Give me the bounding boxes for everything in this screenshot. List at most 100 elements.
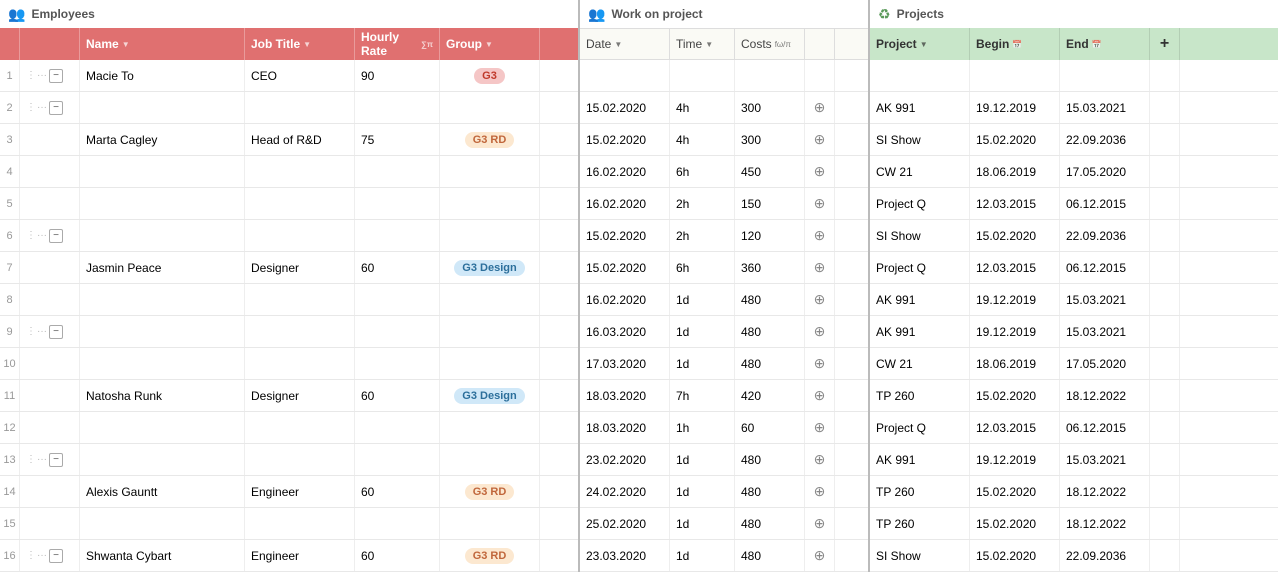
col-hourlyrate-header[interactable]: Hourly Rate ∑π: [355, 28, 440, 60]
project-row: AK 99119.12.201915.03.2021: [870, 316, 1278, 348]
expand-button[interactable]: −: [49, 549, 63, 563]
work-expand-icon[interactable]: ⊕: [805, 476, 835, 507]
col-project-header[interactable]: Project ▼: [870, 28, 970, 60]
employee-hourly: [355, 284, 440, 315]
work-costs: 150: [735, 188, 805, 219]
row-number: 11: [0, 380, 20, 411]
row-number: 3: [0, 124, 20, 155]
row-dots2: ···: [37, 326, 47, 337]
employee-group: G3: [440, 60, 540, 91]
project-row: TP 26015.02.202018.12.2022: [870, 380, 1278, 412]
work-expand-icon[interactable]: ⊕: [805, 316, 835, 347]
employee-job: [245, 444, 355, 475]
add-col-icon[interactable]: +: [1160, 35, 1169, 53]
row-dots: ⋮: [26, 70, 35, 81]
group-tag: G3 RD: [465, 548, 515, 564]
end-sort-icon: 📅: [1092, 40, 1102, 49]
table-row: 3Marta CagleyHead of R&D75G3 RD: [0, 124, 578, 156]
projects-body: AK 99119.12.201915.03.2021SI Show15.02.2…: [870, 60, 1278, 572]
project-end: 15.03.2021: [1060, 316, 1150, 347]
work-time: 4h: [670, 92, 735, 123]
work-expand-icon[interactable]: ⊕: [805, 188, 835, 219]
col-time-header[interactable]: Time ▼: [670, 29, 735, 59]
expand-button[interactable]: −: [49, 229, 63, 243]
row-controls: ⋮···−: [20, 316, 80, 347]
work-row: 17.03.20201d480⊕: [580, 348, 868, 380]
employees-section-label: Employees: [31, 7, 94, 21]
work-time: 1d: [670, 508, 735, 539]
employee-name: [80, 92, 245, 123]
employee-name: [80, 188, 245, 219]
project-row: Project Q12.03.201506.12.2015: [870, 252, 1278, 284]
col-jobtitle-header[interactable]: Job Title ▼: [245, 28, 355, 60]
work-expand-icon[interactable]: ⊕: [805, 348, 835, 379]
work-expand-icon[interactable]: ⊕: [805, 252, 835, 283]
table-row: 7Jasmin PeaceDesigner60G3 Design: [0, 252, 578, 284]
employee-job: [245, 92, 355, 123]
col-end-header[interactable]: End 📅: [1060, 28, 1150, 60]
work-time: 1d: [670, 284, 735, 315]
work-row: 16.02.20201d480⊕: [580, 284, 868, 316]
row-dots: ⋮: [26, 326, 35, 337]
work-expand-icon[interactable]: ⊕: [805, 124, 835, 155]
work-time: 1h: [670, 412, 735, 443]
work-date: 24.02.2020: [580, 476, 670, 507]
work-expand-icon[interactable]: ⊕: [805, 444, 835, 475]
work-expand-icon[interactable]: ⊕: [805, 508, 835, 539]
row-controls: ⋮···−: [20, 220, 80, 251]
col-controls-emp: [20, 28, 80, 60]
employee-hourly: [355, 508, 440, 539]
table-row: 1⋮···−Macie ToCEO90G3: [0, 60, 578, 92]
work-expand-icon[interactable]: ⊕: [805, 540, 835, 571]
expand-button[interactable]: −: [49, 69, 63, 83]
col-begin-header[interactable]: Begin 📅: [970, 28, 1060, 60]
col-date-header[interactable]: Date ▼: [580, 29, 670, 59]
employee-job: CEO: [245, 60, 355, 91]
row-controls: ⋮···−: [20, 444, 80, 475]
work-time: 2h: [670, 220, 735, 251]
work-costs: 480: [735, 316, 805, 347]
employee-name: [80, 284, 245, 315]
work-costs: 450: [735, 156, 805, 187]
work-row: 18.03.20201h60⊕: [580, 412, 868, 444]
work-expand-icon[interactable]: ⊕: [805, 156, 835, 187]
work-expand-icon[interactable]: ⊕: [805, 380, 835, 411]
employee-job: [245, 156, 355, 187]
employee-group: [440, 188, 540, 219]
employee-job: [245, 348, 355, 379]
date-sort-icon: ▼: [614, 40, 622, 49]
employee-name: Natosha Runk: [80, 380, 245, 411]
work-date: 16.02.2020: [580, 284, 670, 315]
work-row: 25.02.20201d480⊕: [580, 508, 868, 540]
row-dots: ⋮: [26, 230, 35, 241]
employee-group: [440, 348, 540, 379]
col-rownum-emp: [0, 28, 20, 60]
project-add: [1150, 284, 1180, 315]
col-name-header[interactable]: Name ▼: [80, 28, 245, 60]
work-costs: 480: [735, 444, 805, 475]
work-date: 15.02.2020: [580, 124, 670, 155]
expand-button[interactable]: −: [49, 453, 63, 467]
project-begin: 19.12.2019: [970, 444, 1060, 475]
employee-name: [80, 348, 245, 379]
work-date: 17.03.2020: [580, 348, 670, 379]
col-add-header[interactable]: +: [1150, 28, 1180, 60]
project-row: TP 26015.02.202018.12.2022: [870, 476, 1278, 508]
project-name: AK 991: [870, 444, 970, 475]
employees-icon: 👥: [8, 6, 25, 23]
row-number: 16: [0, 540, 20, 571]
work-expand-icon[interactable]: ⊕: [805, 284, 835, 315]
work-expand-icon[interactable]: ⊕: [805, 412, 835, 443]
expand-button[interactable]: −: [49, 325, 63, 339]
work-expand-icon[interactable]: ⊕: [805, 92, 835, 123]
work-costs: [735, 60, 805, 91]
col-group-header[interactable]: Group ▼: [440, 28, 540, 60]
project-end: 06.12.2015: [1060, 252, 1150, 283]
costs-sort-icon: fω/π: [775, 40, 791, 49]
expand-button[interactable]: −: [49, 101, 63, 115]
work-body: 15.02.20204h300⊕15.02.20204h300⊕16.02.20…: [580, 60, 868, 572]
work-expand-icon[interactable]: ⊕: [805, 220, 835, 251]
employee-job: Engineer: [245, 540, 355, 571]
project-begin: 12.03.2015: [970, 188, 1060, 219]
col-costs-header[interactable]: Costs fω/π: [735, 29, 805, 59]
